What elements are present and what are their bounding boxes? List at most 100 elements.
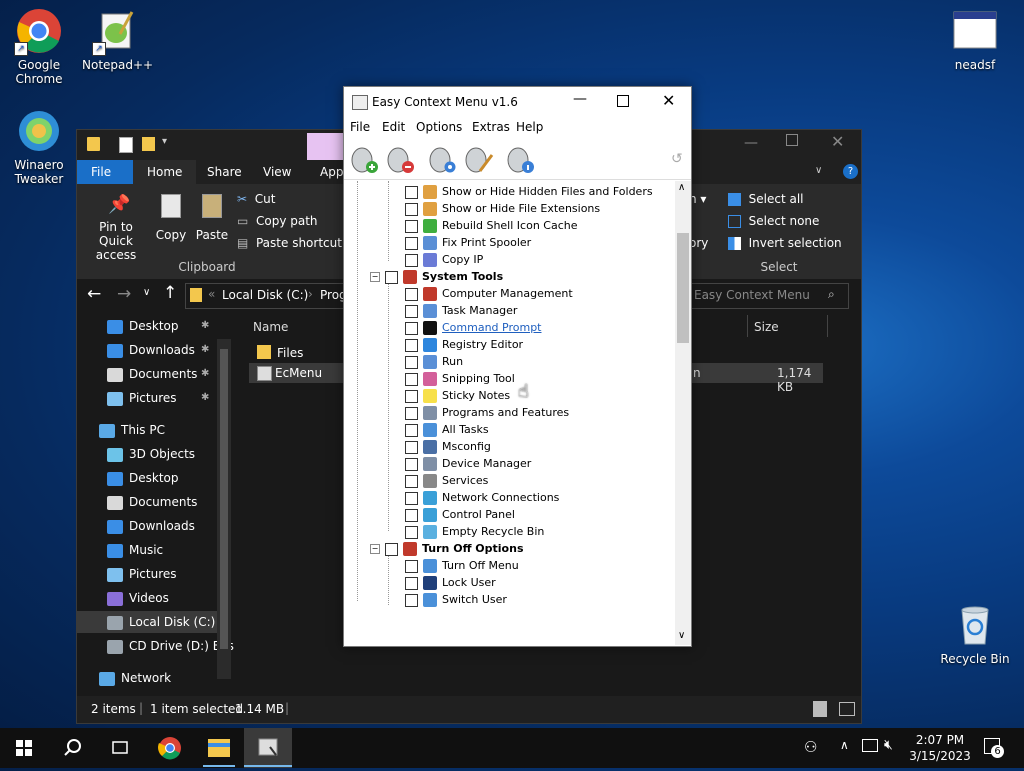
about-button[interactable] [504, 145, 536, 175]
nav-scroll-thumb[interactable] [220, 349, 228, 649]
minimize-button[interactable]: — [744, 135, 758, 151]
nav-item[interactable]: Documents [107, 491, 197, 513]
tree-item[interactable]: Computer Management [405, 285, 573, 302]
close-button[interactable]: ✕ [662, 91, 675, 110]
up-arrow-icon[interactable]: ↑ [163, 283, 177, 303]
checkbox[interactable] [405, 389, 418, 403]
tree-item[interactable]: Msconfig [405, 438, 491, 455]
tree-item[interactable]: Turn Off Menu [405, 557, 519, 574]
nav-item[interactable]: Network [99, 667, 171, 689]
remove-from-context-menu-button[interactable] [384, 145, 416, 175]
tree-item[interactable]: Run [405, 353, 463, 370]
taskbar-easy-context-menu[interactable] [244, 728, 292, 768]
taskbar-file-explorer[interactable] [195, 728, 243, 768]
checkbox[interactable] [405, 287, 418, 301]
forward-arrow-icon[interactable]: → [117, 284, 131, 304]
checkbox[interactable] [405, 321, 418, 335]
menu-edit[interactable]: Edit [382, 120, 405, 134]
collapse-toggle-icon[interactable]: − [370, 544, 380, 554]
address-field[interactable]: « Local Disk (C:) › Prog [185, 283, 347, 309]
context-menu-cleaner-button[interactable] [462, 145, 494, 175]
people-icon[interactable]: ⚇ [804, 738, 817, 756]
tree-item[interactable]: Control Panel [405, 506, 515, 523]
tree-item[interactable]: Rebuild Shell Icon Cache [405, 217, 578, 234]
desktop-icon-recycle-bin[interactable]: Recycle Bin [940, 602, 1010, 666]
nav-item[interactable]: Desktop [107, 467, 179, 489]
add-to-context-menu-button[interactable] [348, 145, 380, 175]
show-hidden-icons-chevron[interactable]: ∧ [840, 738, 849, 752]
paste-shortcut-button[interactable]: ▤ Paste shortcut [237, 236, 342, 250]
volume-muted-icon[interactable]: 🔇︎ [884, 737, 893, 753]
tree-item[interactable]: Task Manager [405, 302, 517, 319]
checkbox[interactable] [405, 508, 418, 522]
copy-button[interactable]: Copy [153, 194, 189, 242]
tree-item[interactable]: Show or Hide Hidden Files and Folders [405, 183, 653, 200]
clock[interactable]: 2:07 PM 3/15/2023 [908, 732, 972, 764]
tree-item[interactable]: All Tasks [405, 421, 489, 438]
checkbox[interactable] [405, 423, 418, 437]
menu-file[interactable]: File [350, 120, 370, 134]
back-arrow-icon[interactable]: ← [87, 284, 101, 304]
tree-item[interactable]: Programs and Features [405, 404, 569, 421]
task-view-button[interactable] [96, 728, 144, 768]
desktop-icon-winaero[interactable]: Winaero Tweaker [4, 108, 74, 186]
checkbox[interactable] [405, 576, 418, 590]
tree-item[interactable]: Copy IP [405, 251, 483, 268]
menu-extras[interactable]: Extras [472, 120, 510, 134]
nav-item[interactable]: Downloads ✱ [107, 339, 209, 361]
tree-group[interactable]: − Turn Off Options [370, 540, 524, 557]
tree-item[interactable]: Lock User [405, 574, 496, 591]
checkbox[interactable] [405, 559, 418, 573]
tree-scrollbar[interactable]: ∧ ∨ [675, 181, 691, 645]
search-button[interactable] [48, 728, 96, 768]
column-size[interactable]: Size [754, 320, 779, 334]
close-button[interactable]: ✕ [831, 132, 844, 151]
tree-item[interactable]: Registry Editor [405, 336, 523, 353]
checkbox[interactable] [405, 355, 418, 369]
checkbox[interactable] [405, 474, 418, 488]
select-all-button[interactable]: Select all [728, 192, 804, 206]
checkbox[interactable] [405, 593, 418, 607]
pin-to-quick-access-button[interactable]: 📌 Pin to Quick access [83, 194, 149, 262]
nav-item[interactable]: Local Disk (C:) [77, 611, 217, 633]
new-folder-icon[interactable] [142, 137, 155, 151]
tree-group[interactable]: − System Tools [370, 268, 503, 285]
nav-item[interactable]: Music [107, 539, 163, 561]
network-icon[interactable] [862, 739, 878, 752]
nav-pane-scrollbar[interactable] [217, 339, 231, 679]
desktop-icon-chrome[interactable]: ↗ Google Chrome [4, 8, 74, 86]
collapse-toggle-icon[interactable]: − [370, 272, 380, 282]
tree-item[interactable]: Switch User [405, 591, 507, 608]
taskbar-chrome[interactable] [146, 728, 194, 768]
nav-item[interactable]: Pictures ✱ [107, 387, 209, 409]
context-menu-settings-button[interactable] [426, 145, 458, 175]
checkbox[interactable] [405, 236, 418, 250]
action-center-button[interactable]: 6 [982, 736, 1004, 758]
checkbox[interactable] [405, 304, 418, 318]
checkbox[interactable] [405, 338, 418, 352]
cut-button[interactable]: ✂ Cut [237, 192, 275, 206]
minimize-button[interactable]: — [573, 91, 587, 107]
expand-ribbon-icon[interactable]: ∨ [815, 165, 822, 176]
large-icons-view-icon[interactable] [839, 702, 855, 716]
recent-dropdown-icon[interactable]: ∨ [143, 287, 150, 298]
qat-dropdown-icon[interactable]: ▾ [162, 136, 167, 147]
nav-item[interactable]: This PC [99, 419, 165, 441]
checkbox[interactable] [405, 253, 418, 267]
maximize-button[interactable] [617, 95, 629, 107]
checkbox[interactable] [405, 491, 418, 505]
file-row[interactable]: Files [249, 343, 349, 363]
tree-item[interactable]: Device Manager [405, 455, 531, 472]
checkbox[interactable] [385, 270, 398, 284]
checkbox[interactable] [405, 219, 418, 233]
nav-item[interactable]: Documents ✱ [107, 363, 209, 385]
tree-item[interactable]: Snipping Tool [405, 370, 515, 387]
properties-icon[interactable] [119, 137, 133, 153]
checkbox[interactable] [405, 525, 418, 539]
nav-item[interactable]: CD Drive (D:) Eas [107, 635, 234, 657]
tree-item[interactable]: Fix Print Spooler [405, 234, 531, 251]
tab-view[interactable]: View [249, 160, 305, 184]
address-segment[interactable]: Local Disk (C:) [222, 288, 308, 302]
checkbox[interactable] [405, 185, 418, 199]
menu-options[interactable]: Options [416, 120, 462, 134]
